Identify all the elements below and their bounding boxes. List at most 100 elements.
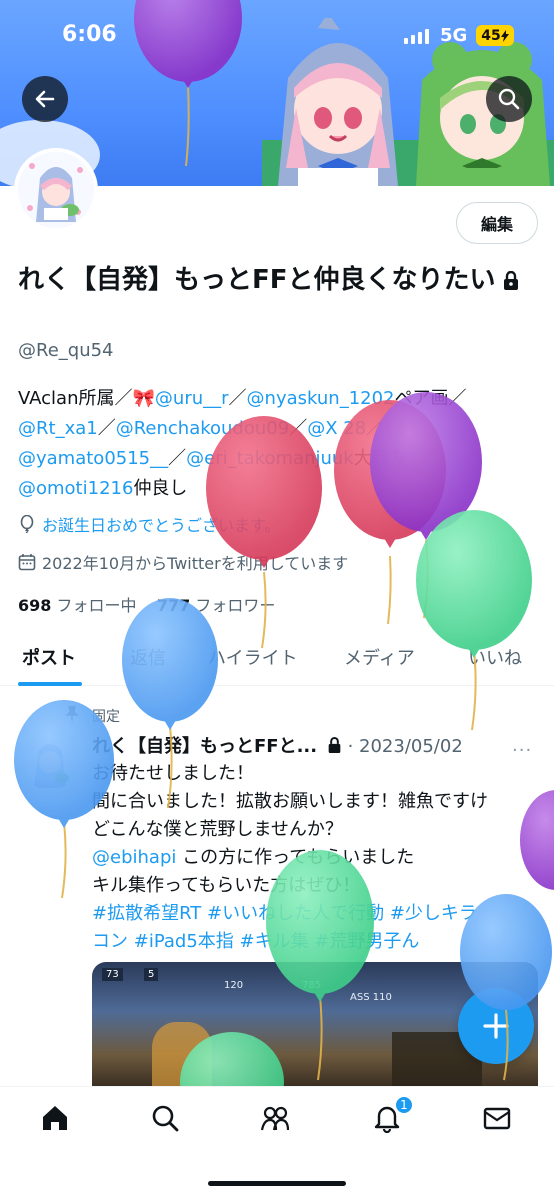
bio-link[interactable]: @nyaskun_1202 [247,388,395,409]
bio-text: ／ [168,448,187,469]
bio-link[interactable]: @eri_takomanjuuk [186,448,354,469]
bottom-navigation: 1 [0,1086,554,1200]
bio-text: 仲良し [133,478,188,499]
balloon-green-1 [416,510,532,731]
birthday-row: お誕生日おめでとうございます。 [18,512,280,536]
search-button[interactable] [486,76,532,122]
profile-tabs: ポスト 返信 ハイライト メディア いいね [0,630,554,686]
bio-text: 大親友 [353,448,408,469]
tab-likes[interactable]: いいね [468,644,522,670]
back-arrow-icon [35,90,55,108]
post-text: どこんな僕と荒野しませんか？ [92,819,343,840]
following-link[interactable]: 698 フォロー中 [18,596,137,615]
profile-name-text: れく【自発】もっとFFと仲良くなりたい [18,265,496,295]
followers-label: フォロワー [195,596,276,615]
post-line: #拡散希望RT #いいねした人で行動 #少しキラ [92,900,538,928]
post-link[interactable]: #拡散希望RT [92,903,201,924]
bio-link[interactable]: @X [307,418,337,439]
charging-icon [500,29,509,42]
post-more-button[interactable]: ··· [512,740,532,761]
post-link[interactable]: コン [92,931,128,952]
status-time: 6:06 [62,22,117,47]
post-link[interactable]: #いいねした人で行動 [207,903,384,924]
media-hud-count: 5 [144,968,159,981]
post-text: 間に合いました！拡散お願いします！雑魚ですけ [92,791,488,812]
profile-name: れく【自発】もっとFFと仲良くなりたい [18,262,538,298]
post-line: キル集作ってもらいた方はぜひ！ [92,872,538,900]
lock-icon [503,270,518,290]
bio-text: ／ [366,418,385,439]
notification-badge: 1 [394,1095,414,1115]
followers-link[interactable]: 777 フォロワー [157,596,276,615]
post-author-avatar[interactable] [20,730,80,790]
profile-handle: @Re_qu54 [18,340,114,361]
bio-line: @yamato0515__／@eri_takomanjuuk大親友 [18,444,538,474]
post-text: お待たせしました！ [92,763,254,784]
post-line: お待たせしました！ [92,760,538,788]
bio-line: @omoti1216仲良し [18,474,538,504]
media-hud-distance: 120 [224,980,244,991]
lock-icon [328,737,341,753]
joined-row: 2022年10月からTwitterを利用しています [18,550,348,574]
bio-link[interactable]: @uru__r [155,388,229,409]
post-link[interactable]: #荒野男子ん [314,931,419,952]
following-label: フォロー中 [56,596,137,615]
battery-indicator: 45 [476,25,514,46]
bio-link[interactable]: @omoti1216 [18,478,133,499]
plus-icon [483,1013,509,1039]
bio-link[interactable]: @yamato0515__ [18,448,168,469]
calendar-icon [18,554,36,571]
search-icon [498,88,520,110]
tab-replies[interactable]: 返信 [130,644,166,670]
post-text: お待たせしました！ 間に合いました！拡散お願いします！雑魚ですけ どこんな僕と荒… [92,760,538,956]
post-line: コン #iPad5本指 #キル集 #荒野男子ん [92,928,538,956]
pinned-label: 固定 [92,709,120,725]
post-line: @ebihapi この方に作ってもらいました [92,844,538,872]
cell-signal-icon [404,28,429,44]
balloon-icon [20,515,34,533]
post-link[interactable]: #キル集 [240,931,309,952]
bio-link[interactable]: 28 [343,418,366,439]
bio-text: ／ [228,388,247,409]
follow-stats: 698 フォロー中 777 フォロワー [18,592,275,616]
back-button[interactable] [22,76,68,122]
media-hud-distance-2: 785 [302,980,322,991]
tab-highlights[interactable]: ハイライト [208,644,298,670]
post-link[interactable]: #iPad5本指 [134,931,234,952]
tab-media[interactable]: メディア [344,644,415,670]
network-type: 5G [440,25,468,46]
profile-bio: VAclan所属／🎀@uru__r／@nyaskun_1202ペア画／ @Rt_… [18,384,538,504]
post-avatar-image [20,730,80,790]
post-text: キル集作ってもらいた方はぜひ！ [92,875,361,896]
post-date: · 2023/05/02 [347,736,463,757]
joined-text: 2022年10月からTwitterを利用しています [42,554,349,573]
edit-profile-button[interactable]: 編集 [456,202,538,244]
post-line: どこんな僕と荒野しませんか？ [92,816,538,844]
home-icon[interactable] [40,1103,70,1133]
profile-avatar[interactable] [14,148,98,232]
tab-posts[interactable]: ポスト [22,644,76,670]
bio-text: ／ [289,418,308,439]
post-line: 間に合いました！拡散お願いします！雑魚ですけ [92,788,538,816]
media-fire [152,1022,212,1086]
active-tab-indicator [18,682,82,686]
home-indicator [208,1181,346,1186]
bio-text: VAclan所属／ [18,388,133,409]
compose-post-button[interactable] [458,988,534,1064]
bio-link[interactable]: @Renchakoudou09 [116,418,289,439]
search-icon[interactable] [150,1103,180,1133]
bio-emoji: 🎀 [132,388,155,409]
post-author-name[interactable]: れく【自発】もっとFFと... [92,736,317,757]
media-hud-kills: 73 [102,968,123,981]
communities-icon[interactable] [260,1103,290,1133]
following-count: 698 [18,596,52,615]
battery-level: 45 [481,27,501,44]
status-bar: 6:06 5G 45 [0,0,554,74]
bio-link[interactable]: @Rt_xa1 [18,418,98,439]
mail-icon[interactable] [482,1103,512,1133]
post-header: れく【自発】もっとFFと... · 2023/05/02 [92,732,463,758]
pin-icon [65,706,79,721]
post-link[interactable]: #少しキラ [390,903,477,924]
post-link[interactable]: @ebihapi [92,847,176,868]
birthday-text[interactable]: お誕生日おめでとうございます。 [42,512,280,536]
